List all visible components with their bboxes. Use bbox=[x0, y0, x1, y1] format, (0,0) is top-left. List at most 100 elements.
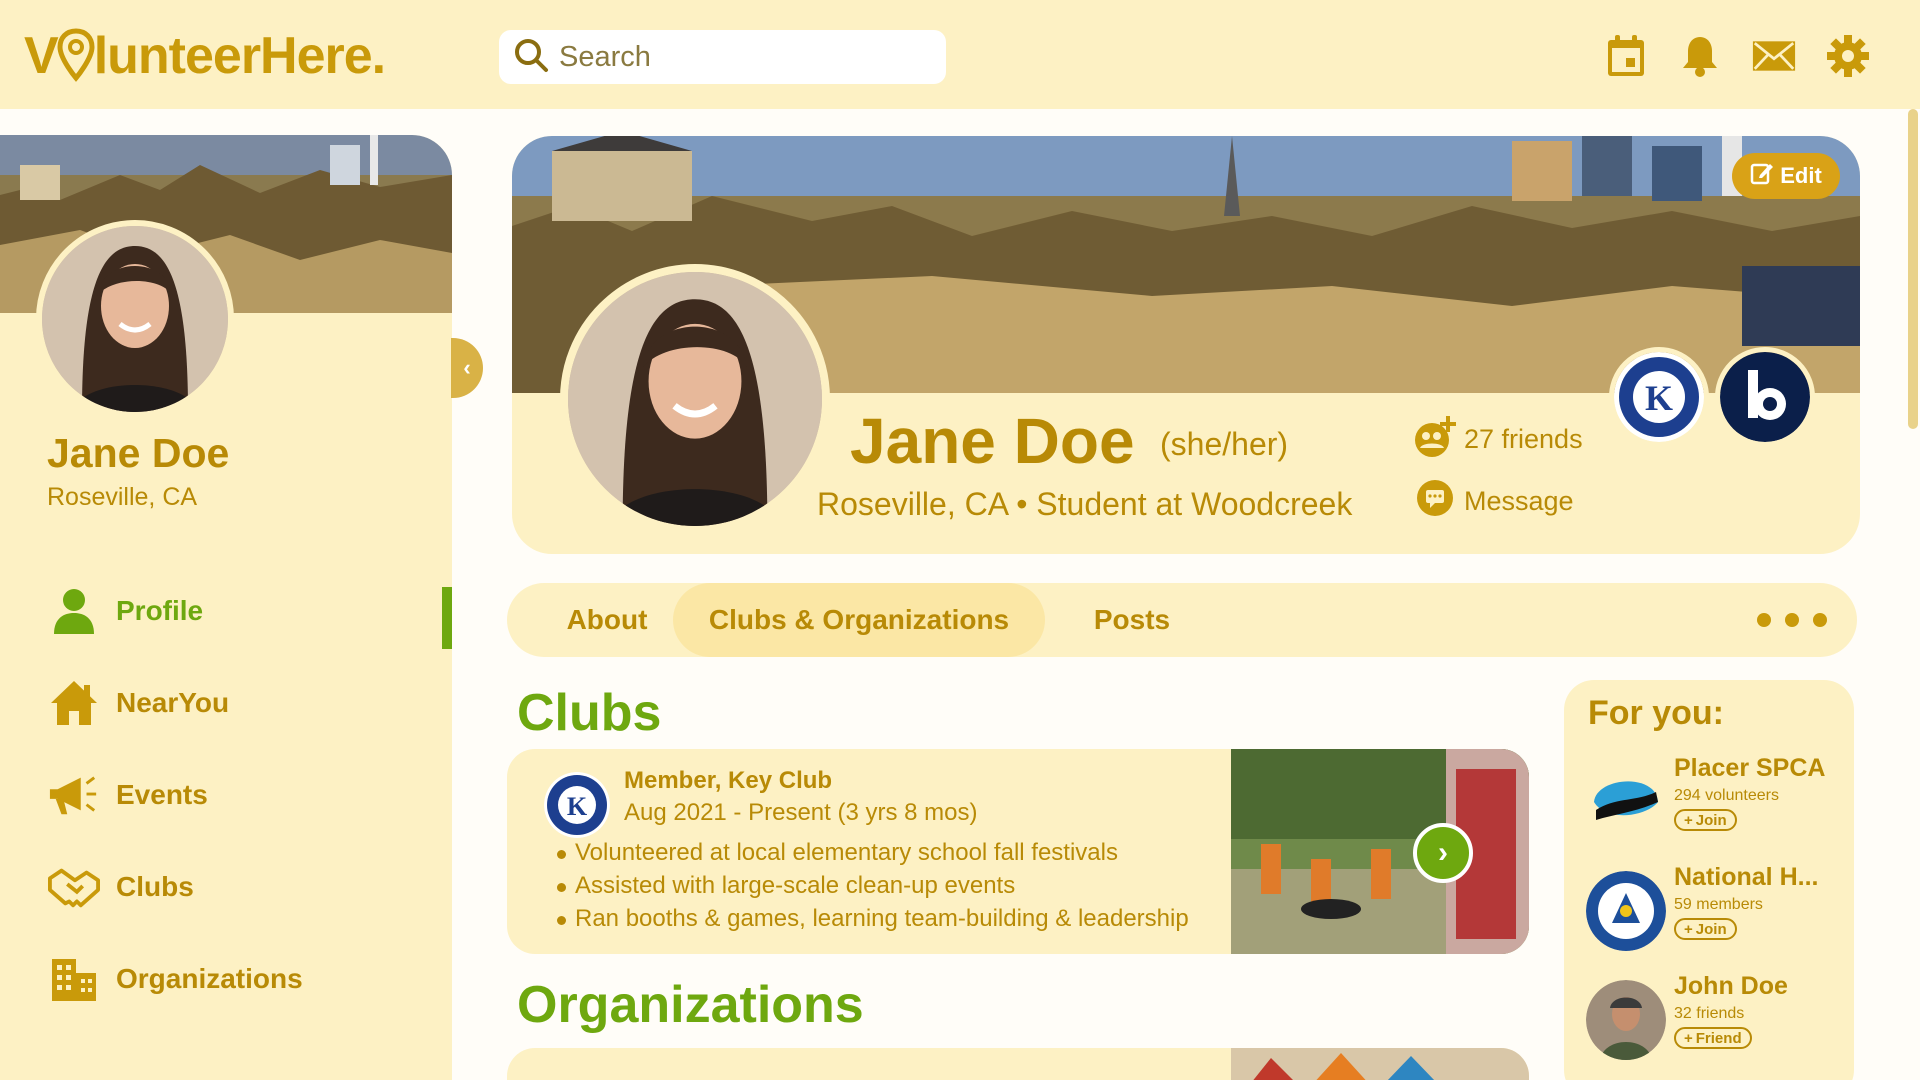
svg-text:K: K bbox=[567, 792, 588, 821]
building-icon bbox=[48, 953, 100, 1005]
suggestion-title: National H... bbox=[1674, 863, 1819, 891]
tab-about[interactable]: About bbox=[532, 583, 682, 657]
search-icon bbox=[513, 37, 549, 78]
club-dates: Aug 2021 - Present (3 yrs 8 mos) bbox=[624, 799, 978, 826]
clubs-heading: Clubs bbox=[517, 684, 662, 742]
page-scrollbar[interactable] bbox=[1906, 109, 1920, 1080]
club-bullet-list: Volunteered at local elementary school f… bbox=[557, 839, 1189, 938]
add-friend-icon bbox=[1412, 414, 1458, 465]
suggestion-item[interactable]: John Doe 32 friends + Friend bbox=[1586, 972, 1846, 1062]
plus-icon: + bbox=[1684, 1029, 1693, 1047]
plus-icon: + bbox=[1684, 920, 1693, 938]
sidebar-item-organizations[interactable]: Organizations bbox=[48, 933, 452, 1025]
sidebar-avatar[interactable] bbox=[36, 220, 234, 418]
next-photo-button[interactable]: › bbox=[1413, 823, 1473, 883]
sidebar-item-label: Profile bbox=[116, 595, 204, 626]
key-club-logo-icon: K bbox=[544, 772, 610, 838]
logo-text-end: lunteerHere. bbox=[93, 27, 386, 85]
sidebar-item-label: Events bbox=[116, 779, 208, 810]
megaphone-icon bbox=[48, 769, 100, 821]
sidebar-item-events[interactable]: Events bbox=[48, 749, 452, 841]
suggestion-item[interactable]: National H... 59 members + Join bbox=[1586, 863, 1846, 953]
profile-avatar[interactable] bbox=[560, 264, 830, 534]
join-button[interactable]: + Join bbox=[1674, 918, 1737, 940]
chevron-right-icon: › bbox=[1438, 836, 1448, 869]
edit-profile-button[interactable]: Edit bbox=[1732, 153, 1840, 199]
organization-card[interactable] bbox=[507, 1048, 1529, 1080]
suggestion-title: John Doe bbox=[1674, 972, 1788, 1000]
profile-pronouns: (she/her) bbox=[1160, 426, 1289, 462]
suggestion-meta: 294 volunteers bbox=[1674, 787, 1779, 804]
join-label: Join bbox=[1695, 920, 1727, 938]
chat-icon bbox=[1416, 479, 1454, 524]
sidebar-item-label: NearYou bbox=[116, 687, 230, 718]
suggestion-meta: 32 friends bbox=[1674, 1005, 1745, 1022]
join-button[interactable]: + Join bbox=[1674, 809, 1737, 831]
john-doe-avatar bbox=[1586, 980, 1666, 1060]
for-you-heading: For you: bbox=[1588, 694, 1724, 732]
club-bullet: Volunteered at local elementary school f… bbox=[557, 839, 1189, 872]
profile-location: Roseville, CA bbox=[817, 486, 1008, 522]
calendar-icon[interactable] bbox=[1604, 34, 1648, 78]
sidebar-item-nearyou[interactable]: NearYou bbox=[48, 657, 452, 749]
sidebar-item-label: Clubs bbox=[116, 871, 194, 902]
edit-icon bbox=[1750, 161, 1774, 191]
sidebar: Jane Doe Roseville, CA Profile NearYou E… bbox=[0, 135, 452, 1080]
search-input[interactable] bbox=[559, 40, 919, 74]
profile-subtitle: Roseville, CA • Student at Woodcreek bbox=[817, 486, 1352, 523]
friends-link[interactable]: 27 friends bbox=[1412, 414, 1583, 465]
tab-posts[interactable]: Posts bbox=[1067, 583, 1197, 657]
club-bullet: Assisted with large-scale clean-up event… bbox=[557, 872, 1189, 905]
top-bar: V lunteerHere. bbox=[0, 0, 1920, 109]
search-bar[interactable] bbox=[499, 30, 946, 84]
chevron-left-icon: ‹ bbox=[463, 355, 471, 380]
top-icon-bar bbox=[1604, 34, 1870, 78]
scrollbar-thumb[interactable] bbox=[1908, 109, 1918, 429]
club-card[interactable]: K Member, Key Club Aug 2021 - Present (3… bbox=[507, 749, 1529, 954]
national-honor-society-logo-icon bbox=[1586, 871, 1666, 951]
more-options-icon[interactable] bbox=[1757, 613, 1827, 627]
sidebar-item-clubs[interactable]: Clubs bbox=[48, 841, 452, 933]
profile-header-card: Edit Jane Doe (she/her) Roseville, CA • … bbox=[512, 136, 1860, 554]
club-role: Member, Key Club bbox=[624, 767, 833, 794]
location-pin-icon bbox=[56, 28, 96, 84]
plus-icon: + bbox=[1684, 811, 1693, 829]
join-label: Join bbox=[1695, 811, 1727, 829]
profile-tabs: About Clubs & Organizations Posts bbox=[507, 583, 1857, 657]
sidebar-collapse-button[interactable]: ‹ bbox=[451, 338, 483, 398]
sidebar-nav: Profile NearYou Events Clubs Organizatio… bbox=[48, 565, 452, 1025]
suggestion-meta: 59 members bbox=[1674, 896, 1763, 913]
club-bullet: Ran booths & games, learning team-buildi… bbox=[557, 905, 1189, 938]
app-logo[interactable]: V lunteerHere. bbox=[24, 26, 386, 86]
gear-icon[interactable] bbox=[1826, 34, 1870, 78]
message-button[interactable]: Message bbox=[1416, 479, 1574, 524]
sidebar-user-location: Roseville, CA bbox=[47, 483, 198, 511]
home-icon bbox=[48, 677, 100, 729]
message-label: Message bbox=[1464, 486, 1574, 516]
key-club-badge[interactable]: K bbox=[1609, 347, 1709, 447]
organizations-heading: Organizations bbox=[517, 976, 864, 1034]
logo-text-start: V bbox=[24, 27, 59, 85]
suggestion-item[interactable]: Placer SPCA 294 volunteers + Join bbox=[1586, 754, 1846, 844]
add-friend-button[interactable]: + Friend bbox=[1674, 1027, 1752, 1049]
handshake-icon bbox=[48, 861, 100, 913]
sidebar-item-profile[interactable]: Profile bbox=[48, 565, 452, 657]
svg-text:K: K bbox=[1645, 378, 1673, 418]
friend-label: Friend bbox=[1695, 1029, 1742, 1047]
for-you-panel: For you: Placer SPCA 294 volunteers + Joi… bbox=[1564, 680, 1854, 1080]
organization-b-badge[interactable] bbox=[1715, 347, 1815, 447]
edit-label: Edit bbox=[1780, 163, 1822, 188]
placer-spca-logo-icon bbox=[1586, 762, 1666, 842]
suggestion-title: Placer SPCA bbox=[1674, 754, 1826, 782]
club-photo bbox=[1231, 749, 1529, 954]
person-icon bbox=[48, 585, 100, 637]
sidebar-item-label: Organizations bbox=[116, 963, 303, 994]
friends-count: 27 friends bbox=[1464, 424, 1583, 454]
profile-school: Student at Woodcreek bbox=[1036, 486, 1353, 522]
bell-icon[interactable] bbox=[1678, 34, 1722, 78]
tab-clubs-organizations[interactable]: Clubs & Organizations bbox=[673, 583, 1045, 657]
organization-photo bbox=[1231, 1048, 1529, 1080]
mail-icon[interactable] bbox=[1752, 34, 1796, 78]
profile-name: Jane Doe bbox=[850, 405, 1135, 477]
profile-separator: • bbox=[1016, 486, 1028, 522]
